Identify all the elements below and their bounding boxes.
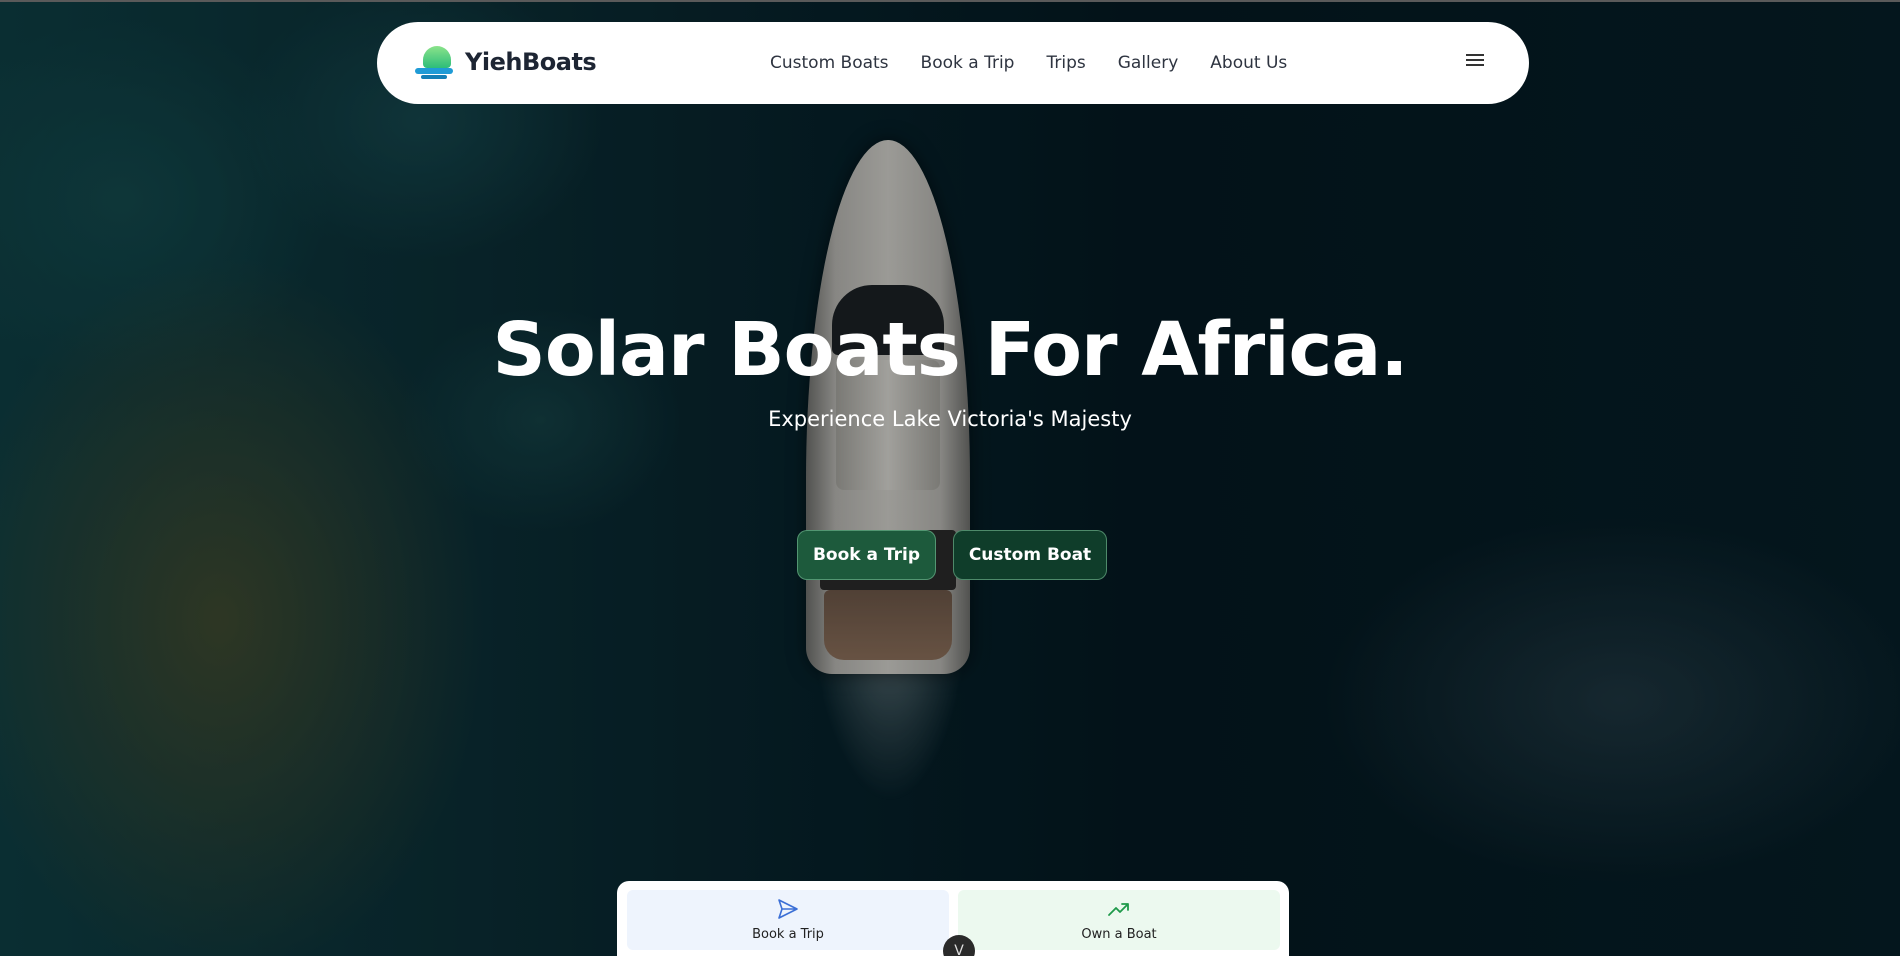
logo-icon — [415, 44, 455, 80]
nav-link-about-us[interactable]: About Us — [1210, 53, 1287, 73]
quick-action-own-boat-label: Own a Boat — [1081, 927, 1157, 942]
quick-action-book-trip[interactable]: Book a Trip — [627, 890, 949, 950]
custom-boat-button[interactable]: Custom Boat — [953, 530, 1107, 580]
brand-link[interactable]: YiehBoats — [415, 44, 597, 80]
nav-links: Custom Boats Book a Trip Trips Gallery A… — [770, 22, 1287, 104]
top-border — [0, 0, 1900, 2]
book-trip-button[interactable]: Book a Trip — [797, 530, 936, 580]
quick-action-book-trip-label: Book a Trip — [752, 927, 824, 942]
hero-overlay — [0, 0, 1900, 956]
send-icon — [778, 899, 798, 919]
navbar: YiehBoats Custom Boats Book a Trip Trips… — [377, 22, 1529, 104]
hero-title: Solar Boats For Africa. — [492, 307, 1409, 393]
nav-link-trips[interactable]: Trips — [1046, 53, 1085, 73]
hero-subtitle: Experience Lake Victoria's Majesty — [768, 407, 1132, 431]
trending-up-icon — [1108, 903, 1129, 916]
brand-name: YiehBoats — [465, 48, 597, 76]
nav-link-custom-boats[interactable]: Custom Boats — [770, 53, 889, 73]
quick-action-own-boat[interactable]: Own a Boat — [958, 890, 1280, 950]
hamburger-icon[interactable] — [1466, 54, 1484, 68]
nav-link-book-a-trip[interactable]: Book a Trip — [921, 53, 1015, 73]
nav-link-gallery[interactable]: Gallery — [1118, 53, 1179, 73]
